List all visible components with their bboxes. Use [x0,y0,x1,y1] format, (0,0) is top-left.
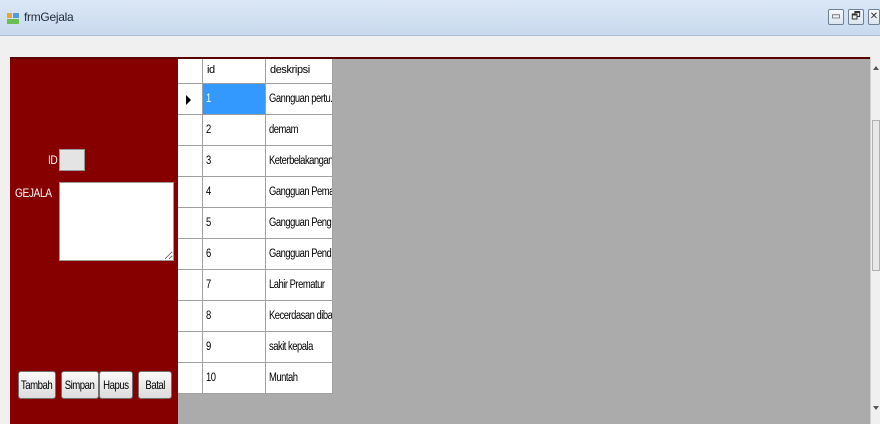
id-input[interactable] [59,149,85,171]
gejala-label: GEJALA [15,186,52,200]
cell-id[interactable]: 6 [203,239,266,270]
current-row-arrow-icon [186,95,191,105]
minimize-button[interactable]: ▭ [828,9,844,25]
column-header-id-label: id [207,64,215,76]
row-header[interactable] [178,239,203,270]
cell-id-text: 4 [206,186,211,198]
scroll-up-icon[interactable] [872,65,880,71]
cell-deskripsi-text: demam [269,124,298,136]
row-header[interactable] [178,332,203,363]
cell-id-text: 5 [206,217,211,229]
restore-button[interactable]: 🗗 [848,9,864,25]
cell-id[interactable]: 1 [203,84,266,115]
cell-id[interactable]: 9 [203,332,266,363]
window-title: frmGejala [24,10,74,24]
tambah-label: Tambah [21,378,53,392]
scrollbar-thumb[interactable] [872,120,880,271]
cell-id-text: 7 [206,279,211,291]
simpan-label: Simpan [65,378,95,392]
cell-deskripsi[interactable]: demam [266,115,333,146]
cell-id-text: 2 [206,124,211,136]
title-bar[interactable]: frmGejala ▭ 🗗 ✕ [0,0,880,36]
row-header[interactable] [178,208,203,239]
cell-deskripsi-text: Gangguan Peng... [269,217,333,229]
minimize-icon: ▭ [831,11,841,22]
cell-deskripsi-text: Lahir Prematur [269,279,325,291]
cell-id-text: 10 [206,372,216,384]
simpan-button[interactable]: Simpan [61,371,99,399]
cell-id-text: 1 [206,93,211,105]
column-header-id[interactable]: id [203,59,266,84]
cell-deskripsi-text: Keterbelakangan... [269,155,333,167]
vertical-scrollbar[interactable] [870,57,880,424]
scroll-down-icon[interactable] [872,405,880,411]
row-header[interactable] [178,270,203,301]
cell-deskripsi[interactable]: Muntah [266,363,333,394]
row-header[interactable] [178,177,203,208]
row-header[interactable] [178,115,203,146]
form-top-area [0,36,880,56]
cell-id-text: 9 [206,341,211,353]
cell-deskripsi[interactable]: Gangguan Pend... [266,239,333,270]
cell-id[interactable]: 2 [203,115,266,146]
hapus-label: Hapus [103,378,129,392]
cell-deskripsi-text: Kecerdasan diba... [269,310,333,322]
cell-id[interactable]: 8 [203,301,266,332]
id-label: ID [48,153,58,167]
cell-id[interactable]: 4 [203,177,266,208]
cell-deskripsi-text: sakit kepala [269,341,313,353]
row-header[interactable] [178,363,203,394]
cell-id-text: 6 [206,248,211,260]
batal-label: Batal [145,378,165,392]
close-icon: ✕ [869,11,879,22]
cell-deskripsi[interactable]: Gangguan Peng... [266,208,333,239]
restore-icon: 🗗 [851,11,861,22]
column-header-deskripsi[interactable]: deskripsi [266,59,333,84]
cell-deskripsi-text: Gangguan Pend... [269,248,333,260]
gejala-grid[interactable]: id deskripsi 1 Gannguan pertu... 2 demam 3 Ke… [178,59,870,424]
cell-deskripsi[interactable]: Keterbelakangan... [266,146,333,177]
hapus-button[interactable]: Hapus [99,371,133,399]
cell-deskripsi-text: Gannguan pertu... [269,93,333,105]
gejala-input[interactable] [59,182,174,261]
cell-deskripsi[interactable]: Gangguan Pema... [266,177,333,208]
cell-id[interactable]: 3 [203,146,266,177]
cell-id[interactable]: 5 [203,208,266,239]
form-icon [7,13,19,24]
cell-deskripsi-text: Gangguan Pema... [269,186,332,198]
row-header[interactable] [178,301,203,332]
row-header[interactable] [178,146,203,177]
cell-id-text: 3 [206,155,211,167]
cell-id[interactable]: 10 [203,363,266,394]
cell-id[interactable]: 7 [203,270,266,301]
cell-deskripsi[interactable]: sakit kepala [266,332,333,363]
cell-deskripsi[interactable]: Gannguan pertu... [266,84,333,115]
close-button[interactable]: ✕ [868,9,880,25]
row-header[interactable] [178,84,203,115]
column-header-deskripsi-label: deskripsi [270,64,310,76]
cell-deskripsi[interactable]: Lahir Prematur [266,270,333,301]
cell-deskripsi-text: Muntah [269,372,298,384]
tambah-button[interactable]: Tambah [18,371,56,399]
cell-id-text: 8 [206,310,211,322]
cell-deskripsi[interactable]: Kecerdasan diba... [266,301,333,332]
grid-corner-header[interactable] [178,59,203,84]
batal-button[interactable]: Batal [138,371,172,399]
